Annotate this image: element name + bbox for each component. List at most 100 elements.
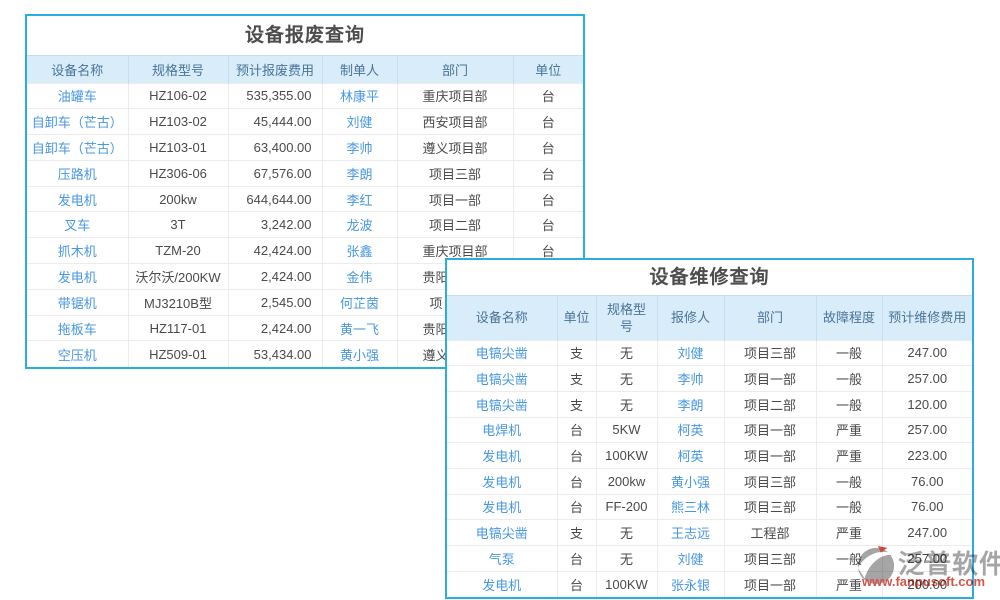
table-row: 电焊机台5KW柯英项目一部严重257.00 xyxy=(447,417,972,443)
cell-link[interactable]: 何芷茵 xyxy=(322,289,397,315)
header-row: 设备名称单位规格型号报修人部门故障程度预计维修费用 xyxy=(447,296,972,340)
cell-link[interactable]: 电镐尖凿 xyxy=(447,391,557,417)
cell: 项目一部 xyxy=(397,186,513,212)
cell: 严重 xyxy=(816,417,882,443)
cell: 200.00 xyxy=(882,571,972,597)
cell: 西安项目部 xyxy=(397,109,513,135)
column-header: 单位 xyxy=(557,296,596,340)
cell: 一般 xyxy=(816,546,882,572)
cell: 223.00 xyxy=(882,443,972,469)
table-row: 发电机200kw644,644.00李红项目一部台 xyxy=(27,186,583,212)
cell: 项目三部 xyxy=(724,546,816,572)
cell: 台 xyxy=(557,546,596,572)
cell: 3T xyxy=(128,212,228,238)
cell-link[interactable]: 黄小强 xyxy=(322,341,397,367)
cell-link[interactable]: 空压机 xyxy=(27,341,128,367)
cell: 台 xyxy=(513,83,583,109)
cell-link[interactable]: 李朗 xyxy=(657,391,724,417)
table-row: 发电机台100KW张永银项目一部严重200.00 xyxy=(447,571,972,597)
page: { "colors": { "panel_border": "#2aade3",… xyxy=(0,0,1000,600)
cell-link[interactable]: 林康平 xyxy=(322,83,397,109)
cell-link[interactable]: 张鑫 xyxy=(322,238,397,264)
cell: 项目三部 xyxy=(724,340,816,366)
cell: 严重 xyxy=(816,571,882,597)
cell: 100KW xyxy=(596,571,657,597)
cell: 257.00 xyxy=(882,417,972,443)
column-header: 制单人 xyxy=(322,56,397,83)
cell-link[interactable]: 发电机 xyxy=(447,443,557,469)
cell-link[interactable]: 李朗 xyxy=(322,160,397,186)
cell-link[interactable]: 黄一飞 xyxy=(322,315,397,341)
cell: 沃尔沃/200KW xyxy=(128,264,228,290)
equipment-repair-query-panel: 设备维修查询 设备名称单位规格型号报修人部门故障程度预计维修费用 电镐尖凿支无刘… xyxy=(445,258,974,599)
cell-link[interactable]: 自卸车（芒古） xyxy=(27,109,128,135)
table-row: 压路机HZ306-0667,576.00李朗项目三部台 xyxy=(27,160,583,186)
cell-link[interactable]: 熊三林 xyxy=(657,494,724,520)
cell-link[interactable]: 李帅 xyxy=(657,366,724,392)
cell-link[interactable]: 气泵 xyxy=(447,546,557,572)
cell-link[interactable]: 发电机 xyxy=(447,494,557,520)
cell-link[interactable]: 龙波 xyxy=(322,212,397,238)
table-row: 油罐车HZ106-02535,355.00林康平重庆项目部台 xyxy=(27,83,583,109)
cell: HZ509-01 xyxy=(128,341,228,367)
cell-link[interactable]: 李红 xyxy=(322,186,397,212)
cell: 项目三部 xyxy=(724,494,816,520)
cell: 无 xyxy=(596,391,657,417)
cell-link[interactable]: 李帅 xyxy=(322,135,397,161)
cell-link[interactable]: 拖板车 xyxy=(27,315,128,341)
cell: 项目一部 xyxy=(724,417,816,443)
cell-link[interactable]: 柯英 xyxy=(657,417,724,443)
column-header: 部门 xyxy=(397,56,513,83)
table-row: 发电机台FF-200熊三林项目三部一般76.00 xyxy=(447,494,972,520)
cell-link[interactable]: 电焊机 xyxy=(447,417,557,443)
equipment-repair-table: 设备名称单位规格型号报修人部门故障程度预计维修费用 电镐尖凿支无刘健项目三部一般… xyxy=(447,296,972,597)
cell-link[interactable]: 张永银 xyxy=(657,571,724,597)
column-header: 预计维修费用 xyxy=(882,296,972,340)
cell-link[interactable]: 刘健 xyxy=(322,109,397,135)
cell: 台 xyxy=(557,417,596,443)
cell: 遵义项目部 xyxy=(397,135,513,161)
cell: 无 xyxy=(596,520,657,546)
cell: 一般 xyxy=(816,391,882,417)
cell: 247.00 xyxy=(882,340,972,366)
table-row: 发电机台200kw黄小强项目三部一般76.00 xyxy=(447,468,972,494)
cell: 247.00 xyxy=(882,520,972,546)
cell-link[interactable]: 金伟 xyxy=(322,264,397,290)
cell: 2,545.00 xyxy=(228,289,322,315)
cell-link[interactable]: 抓木机 xyxy=(27,238,128,264)
cell-link[interactable]: 黄小强 xyxy=(657,468,724,494)
column-header: 设备名称 xyxy=(447,296,557,340)
cell-link[interactable]: 叉车 xyxy=(27,212,128,238)
cell: 120.00 xyxy=(882,391,972,417)
cell: 53,434.00 xyxy=(228,341,322,367)
table-row: 发电机台100KW柯英项目一部严重223.00 xyxy=(447,443,972,469)
table-row: 电镐尖凿支无王志远工程部严重247.00 xyxy=(447,520,972,546)
cell: 工程部 xyxy=(724,520,816,546)
cell-link[interactable]: 电镐尖凿 xyxy=(447,340,557,366)
table-row: 电镐尖凿支无刘健项目三部一般247.00 xyxy=(447,340,972,366)
cell-link[interactable]: 油罐车 xyxy=(27,83,128,109)
cell-link[interactable]: 电镐尖凿 xyxy=(447,520,557,546)
cell: 严重 xyxy=(816,520,882,546)
cell-link[interactable]: 刘健 xyxy=(657,546,724,572)
cell-link[interactable]: 发电机 xyxy=(27,264,128,290)
cell: 63,400.00 xyxy=(228,135,322,161)
panel-title: 设备维修查询 xyxy=(447,260,972,296)
cell: 2,424.00 xyxy=(228,264,322,290)
cell-link[interactable]: 发电机 xyxy=(447,468,557,494)
column-header: 规格型号 xyxy=(596,296,657,340)
cell-link[interactable]: 电镐尖凿 xyxy=(447,366,557,392)
cell-link[interactable]: 王志远 xyxy=(657,520,724,546)
cell-link[interactable]: 带锯机 xyxy=(27,289,128,315)
cell-link[interactable]: 压路机 xyxy=(27,160,128,186)
cell-link[interactable]: 发电机 xyxy=(27,186,128,212)
cell: 45,444.00 xyxy=(228,109,322,135)
panel-title: 设备报废查询 xyxy=(27,16,583,56)
cell: 5KW xyxy=(596,417,657,443)
cell-link[interactable]: 刘健 xyxy=(657,340,724,366)
table-row: 电镐尖凿支无李朗项目二部一般120.00 xyxy=(447,391,972,417)
cell-link[interactable]: 发电机 xyxy=(447,571,557,597)
cell-link[interactable]: 柯英 xyxy=(657,443,724,469)
cell: 项目三部 xyxy=(397,160,513,186)
cell-link[interactable]: 自卸车（芒古） xyxy=(27,135,128,161)
